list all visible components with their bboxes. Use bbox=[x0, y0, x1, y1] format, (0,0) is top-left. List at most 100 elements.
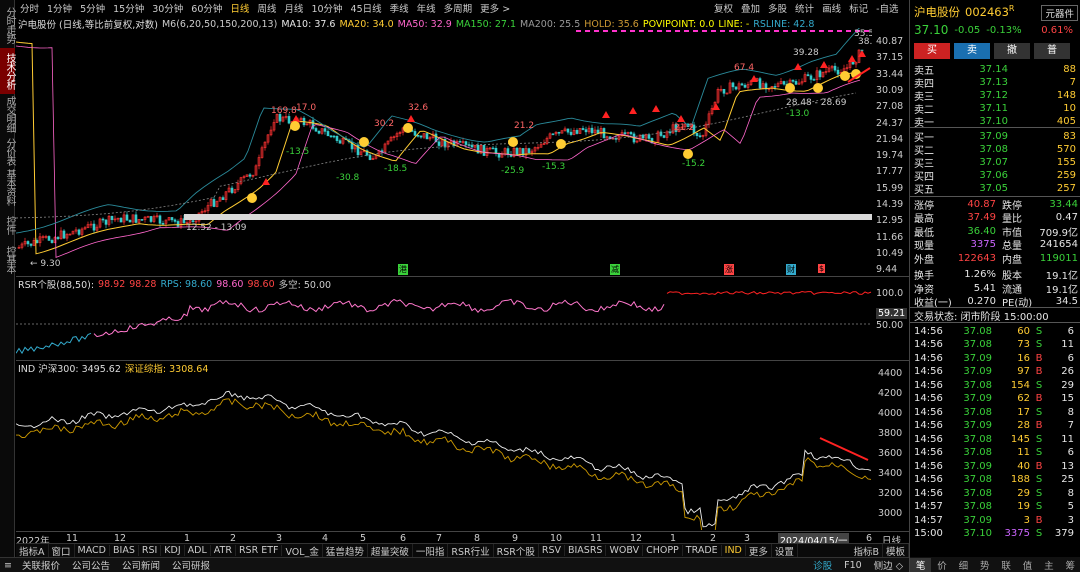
trade-action-button[interactable]: 卖 bbox=[954, 43, 990, 59]
sector-button[interactable]: 元器件 bbox=[1041, 5, 1078, 21]
period-tab[interactable]: 季线 bbox=[386, 1, 413, 15]
indicator-tab[interactable]: MACD bbox=[75, 545, 110, 556]
trade-action-button[interactable]: 普 bbox=[1034, 43, 1070, 59]
period-tab[interactable]: 30分钟 bbox=[148, 1, 187, 15]
chart-tool-button[interactable]: 多股 bbox=[764, 1, 791, 15]
stat-row: 现量 3375 总量 241654 bbox=[910, 238, 1080, 252]
indicator-right-button[interactable]: 指标B bbox=[850, 543, 883, 558]
period-tab[interactable]: 10分钟 bbox=[307, 1, 346, 15]
vtab-trades[interactable]: 成交明细 bbox=[0, 94, 15, 134]
vtab-control[interactable]: 控件 bbox=[0, 210, 15, 240]
indicator-tab[interactable]: ADL bbox=[185, 545, 211, 556]
event-marker[interactable]: 港 bbox=[398, 264, 408, 275]
vtab-technical[interactable]: 技术分析 bbox=[0, 48, 15, 94]
tick-direction: S bbox=[1035, 447, 1043, 458]
price-chart[interactable]: 169.8 17.0 32.6 30.2 -13.5 -30.8 -18.5 21.2 -25.… bbox=[16, 28, 872, 274]
status-link[interactable]: 公司研报 bbox=[166, 558, 216, 572]
chart-tool-button[interactable]: -自选 bbox=[872, 1, 902, 15]
tick-volume: 3 bbox=[1023, 514, 1030, 526]
indicator-tab[interactable]: 猛兽趋势 bbox=[323, 543, 368, 558]
indicator-tab[interactable]: 更多 bbox=[746, 543, 772, 558]
indicator-right-button[interactable]: 模板 bbox=[883, 543, 909, 558]
event-marker[interactable]: 涨 bbox=[724, 264, 734, 275]
indicator-tab[interactable]: 超量突破 bbox=[368, 543, 413, 558]
price-axis: 40.87 37.15 33.44 30.09 27.08 24.37 21.94 19.74… bbox=[874, 28, 908, 275]
indicator-tab[interactable]: 指标A bbox=[16, 543, 49, 558]
indicator-tab[interactable]: BIASRS bbox=[565, 545, 607, 556]
trade-action-button[interactable]: 撤 bbox=[994, 43, 1030, 59]
divider bbox=[910, 322, 1080, 323]
vtab-control-basic[interactable]: 控基本 bbox=[0, 244, 15, 274]
period-tab[interactable]: 5分钟 bbox=[76, 1, 109, 15]
indicator-tab[interactable]: CHOPP bbox=[643, 545, 683, 556]
signal-triangle bbox=[848, 55, 856, 62]
indicator-tab[interactable]: 设置 bbox=[772, 543, 798, 558]
chart-tool-button[interactable]: 标记 bbox=[845, 1, 872, 15]
stat-value: 19.1亿 bbox=[1045, 284, 1078, 296]
period-tab[interactable]: 周线 bbox=[253, 1, 280, 15]
indicator-tab[interactable]: RSR行业 bbox=[448, 543, 494, 558]
vtab-profile[interactable]: 基本资料 bbox=[0, 168, 15, 206]
indicator-tab[interactable]: KDJ bbox=[161, 545, 185, 556]
event-markers: 港 减 涨 财 $ bbox=[16, 264, 872, 276]
indicator-tab[interactable]: RSR ETF bbox=[236, 545, 283, 556]
event-marker[interactable]: 减 bbox=[610, 264, 620, 275]
quote-tab[interactable]: 主 bbox=[1038, 558, 1059, 572]
status-right-button[interactable]: 诊股 bbox=[807, 558, 838, 572]
indicator-tab[interactable]: RSR个股 bbox=[494, 543, 539, 558]
period-tab[interactable]: 月线 bbox=[280, 1, 307, 15]
period-tab[interactable]: 更多 > bbox=[476, 1, 514, 15]
quote-tab[interactable]: 值 bbox=[1017, 558, 1038, 572]
stat-row: 外盘 122643 内盘 119011 bbox=[910, 251, 1080, 266]
tick-volume: 73 bbox=[1017, 339, 1030, 350]
vtab-price-table[interactable]: 分价表 bbox=[0, 134, 15, 168]
indicator-tab[interactable]: ATR bbox=[211, 545, 236, 556]
indicator-tab[interactable]: TRADE bbox=[683, 545, 722, 556]
quote-tab[interactable]: 联 bbox=[996, 558, 1017, 572]
quote-tab[interactable]: 筹 bbox=[1060, 558, 1080, 572]
price-tick: 33.44 bbox=[876, 68, 904, 80]
indicator-tab[interactable]: RSV bbox=[539, 545, 565, 556]
event-marker[interactable]: 财 bbox=[786, 264, 796, 275]
period-tab[interactable]: 年线 bbox=[413, 1, 440, 15]
period-tab[interactable]: 15分钟 bbox=[109, 1, 148, 15]
ind-chart[interactable] bbox=[16, 372, 872, 530]
status-link[interactable]: 关联报价 bbox=[16, 558, 66, 572]
period-tab[interactable]: 1分钟 bbox=[43, 1, 76, 15]
quote-tab[interactable]: 价 bbox=[931, 558, 952, 572]
vtab-timeshare[interactable]: 分时走势 bbox=[0, 2, 15, 48]
quote-tab[interactable]: 笔 bbox=[910, 557, 932, 572]
chart-tool-button[interactable]: 画线 bbox=[818, 1, 845, 15]
indicator-tab[interactable]: IND bbox=[722, 545, 746, 556]
chart-annotation: 17.0 bbox=[296, 103, 316, 113]
order-book-row[interactable]: 卖一 37.10 405 bbox=[910, 114, 1080, 129]
status-link[interactable]: 公司公告 bbox=[66, 558, 116, 572]
period-tab[interactable]: 多周期 bbox=[440, 1, 477, 15]
period-tab[interactable]: 60分钟 bbox=[187, 1, 226, 15]
status-right-button[interactable]: F10 bbox=[838, 560, 868, 571]
indicator-tab[interactable]: RSI bbox=[139, 545, 162, 556]
order-book-row[interactable]: 买五 37.05 257 bbox=[910, 181, 1080, 196]
period-tab[interactable]: 45日线 bbox=[347, 1, 386, 15]
chart-tool-button[interactable]: 叠加 bbox=[737, 1, 764, 15]
trade-action-button[interactable]: 买 bbox=[914, 43, 950, 59]
status-right-button[interactable]: 侧边 ◇ bbox=[868, 558, 909, 572]
indicator-tab[interactable]: WOBV bbox=[606, 545, 644, 556]
stock-code: 002463 bbox=[965, 5, 1009, 19]
rsr-chart[interactable] bbox=[16, 288, 872, 360]
indicator-tab[interactable]: BIAS bbox=[110, 545, 139, 556]
tick-price: 37.08 bbox=[963, 501, 992, 512]
indicator-tab[interactable]: 一阳指 bbox=[413, 543, 449, 558]
quote-tab[interactable]: 势 bbox=[974, 558, 995, 572]
list-icon[interactable]: ≡ bbox=[0, 560, 16, 571]
quote-tab[interactable]: 细 bbox=[953, 558, 974, 572]
indicator-tab[interactable]: VOL_金 bbox=[282, 543, 323, 558]
chart-tool-button[interactable]: 统计 bbox=[791, 1, 818, 15]
chart-tool-button[interactable]: 复权 bbox=[710, 1, 737, 15]
indicator-tab[interactable]: 窗口 bbox=[49, 543, 75, 558]
quote-bottom-tabs: 笔价细势联值主筹 bbox=[910, 557, 1080, 572]
period-tab[interactable]: 分时 bbox=[16, 1, 43, 15]
event-marker[interactable]: $ bbox=[818, 264, 826, 273]
status-link[interactable]: 公司新闻 bbox=[116, 558, 166, 572]
period-tab[interactable]: 日线 bbox=[226, 1, 253, 15]
